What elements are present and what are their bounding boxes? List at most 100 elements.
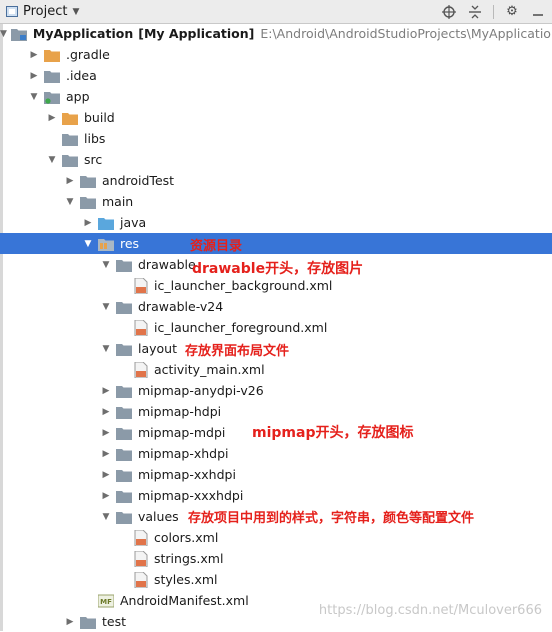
chevron-right-icon[interactable]: ▶ <box>100 443 112 464</box>
tree-label: ic_launcher_foreground.xml <box>154 320 328 335</box>
chevron-down-icon[interactable]: ▼ <box>100 296 112 317</box>
folder-icon <box>116 406 132 419</box>
tree-row-activity-main[interactable]: activity_main.xml <box>0 359 552 380</box>
chevron-down-icon[interactable]: ▼ <box>82 233 94 254</box>
tree-row-build[interactable]: ▶ build <box>0 107 552 128</box>
tree-row-mipmap-anydpi[interactable]: ▶ mipmap-anydpi-v26 <box>0 380 552 401</box>
toolbar-actions: ⚙ <box>441 0 546 23</box>
tree-label: strings.xml <box>154 551 224 566</box>
tree-label: mipmap-xxxhdpi <box>138 488 244 503</box>
chevron-down-icon[interactable]: ▼ <box>100 338 112 359</box>
tree-label: AndroidManifest.xml <box>120 593 249 608</box>
chevron-down-icon[interactable]: ▼ <box>0 23 7 44</box>
root-project-path: E:\Android\AndroidStudioProjects\MyAppli… <box>260 26 552 41</box>
tree-label: androidTest <box>102 173 175 188</box>
tree-row-ic-launcher-background[interactable]: ic_launcher_background.xml <box>0 275 552 296</box>
folder-icon <box>80 196 96 209</box>
tree-label: build <box>84 110 115 125</box>
folder-icon <box>116 469 132 482</box>
tree-label: libs <box>84 131 106 146</box>
gear-icon[interactable]: ⚙ <box>504 4 520 20</box>
tree-row-gradle[interactable]: ▶ .gradle <box>0 44 552 65</box>
collapse-icon[interactable] <box>467 4 483 20</box>
chevron-right-icon[interactable]: ▶ <box>82 212 94 233</box>
xml-file-icon <box>134 277 148 294</box>
tree-row-main[interactable]: ▼ main <box>0 191 552 212</box>
folder-icon <box>116 343 132 356</box>
tree-row-strings[interactable]: strings.xml <box>0 548 552 569</box>
folder-icon <box>44 70 60 83</box>
tree-row-mipmap-xhdpi[interactable]: ▶ mipmap-xhdpi <box>0 443 552 464</box>
chevron-right-icon[interactable]: ▶ <box>64 170 76 191</box>
tree-row-root[interactable]: ▼ MyApplication [My Application] E:\Andr… <box>0 23 552 44</box>
chevron-right-icon[interactable]: ▶ <box>46 107 58 128</box>
annotation-values: 存放项目中用到的样式，字符串，颜色等配置文件 <box>188 511 475 526</box>
tree-label: java <box>120 215 147 230</box>
chevron-down-icon[interactable]: ▼ <box>28 86 40 107</box>
project-toolbar: Project ▼ ⚙ <box>0 0 552 24</box>
chevron-right-icon[interactable]: ▶ <box>100 485 112 506</box>
tree-row-colors[interactable]: colors.xml <box>0 527 552 548</box>
chevron-down-icon[interactable]: ▼ <box>100 506 112 527</box>
tree-row-idea[interactable]: ▶ .idea <box>0 65 552 86</box>
svg-text:MF: MF <box>100 598 112 606</box>
tree-row-drawable-v24[interactable]: ▼ drawable-v24 <box>0 296 552 317</box>
tree-label: res <box>120 236 140 251</box>
folder-orange-icon <box>62 112 78 125</box>
module-folder-icon <box>44 91 60 104</box>
tree-row-java[interactable]: ▶ java <box>0 212 552 233</box>
chevron-right-icon[interactable]: ▶ <box>100 401 112 422</box>
tree-label: .gradle <box>66 47 110 62</box>
chevron-right-icon[interactable]: ▶ <box>28 65 40 86</box>
annotation-res: 资源目录 <box>190 239 243 254</box>
chevron-down-icon[interactable]: ▼ <box>46 149 58 170</box>
tree-label: app <box>66 89 90 104</box>
tree-row-mipmap-hdpi[interactable]: ▶ mipmap-hdpi <box>0 401 552 422</box>
annotation-mipmap: mipmap开头，存放图标 <box>252 425 414 441</box>
folder-icon <box>116 490 132 503</box>
root-project-name: MyApplication <box>32 26 134 41</box>
tree-label: layout <box>138 341 178 356</box>
tree-row-libs[interactable]: libs <box>0 128 552 149</box>
folder-icon <box>80 175 96 188</box>
tree-label: mipmap-xhdpi <box>138 446 229 461</box>
folder-icon <box>62 154 78 167</box>
tree-row-ic-launcher-foreground[interactable]: ic_launcher_foreground.xml <box>0 317 552 338</box>
chevron-right-icon[interactable]: ▶ <box>100 380 112 401</box>
chevron-down-icon[interactable]: ▼ <box>64 191 76 212</box>
folder-icon <box>116 427 132 440</box>
tree-row-androidtest[interactable]: ▶ androidTest <box>0 170 552 191</box>
tree-row-src[interactable]: ▼ src <box>0 149 552 170</box>
chevron-right-icon[interactable]: ▶ <box>100 464 112 485</box>
chevron-right-icon[interactable]: ▶ <box>28 44 40 65</box>
tree-row-mipmap-xxxhdpi[interactable]: ▶ mipmap-xxxhdpi <box>0 485 552 506</box>
root-module-name: [My Application] <box>138 26 255 41</box>
folder-blue-icon <box>98 217 114 230</box>
module-folder-icon <box>10 28 27 41</box>
tree-label: mipmap-xxhdpi <box>138 467 236 482</box>
chevron-right-icon[interactable]: ▶ <box>100 422 112 443</box>
xml-file-icon <box>134 529 148 546</box>
folder-icon <box>116 511 132 524</box>
project-view-dropdown[interactable]: Project ▼ <box>6 2 79 21</box>
tree-row-mipmap-xxhdpi[interactable]: ▶ mipmap-xxhdpi <box>0 464 552 485</box>
tree-row-styles[interactable]: styles.xml <box>0 569 552 590</box>
target-icon[interactable] <box>441 4 457 20</box>
folder-icon <box>116 301 132 314</box>
folder-icon <box>62 133 78 146</box>
minimize-icon[interactable] <box>530 4 546 20</box>
chevron-down-icon[interactable]: ▼ <box>100 254 112 275</box>
tree-label: .idea <box>66 68 97 83</box>
annotation-layout: 存放界面布局文件 <box>185 344 290 359</box>
toolbar-divider <box>493 4 494 19</box>
tree-row-res[interactable]: ▼ res <box>0 233 552 254</box>
tree-row-app[interactable]: ▼ app <box>0 86 552 107</box>
tree-label: ic_launcher_background.xml <box>154 278 333 293</box>
project-view-label: Project <box>23 4 68 19</box>
resource-folder-icon <box>98 238 114 251</box>
xml-file-icon <box>134 361 148 378</box>
tree-label: drawable-v24 <box>138 299 224 314</box>
folder-icon <box>116 385 132 398</box>
chevron-right-icon[interactable]: ▶ <box>64 611 76 632</box>
tree-label: mipmap-hdpi <box>138 404 222 419</box>
